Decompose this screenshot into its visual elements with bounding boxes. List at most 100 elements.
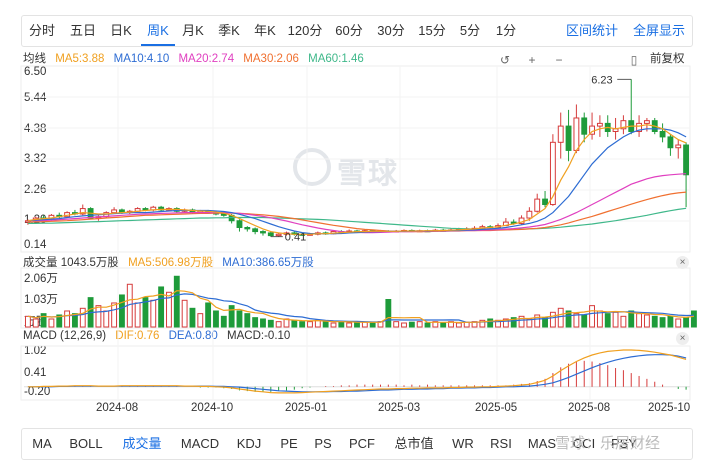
volume-bar <box>346 322 353 328</box>
volume-bar <box>197 313 204 328</box>
volume-bar <box>79 307 86 328</box>
volume-bar <box>440 322 447 328</box>
volume-bar <box>651 315 658 328</box>
volume-bar <box>330 322 337 328</box>
volume-bar <box>424 322 431 328</box>
volume-bar <box>589 305 595 328</box>
volume-bar <box>659 317 666 328</box>
candle-body <box>659 130 666 138</box>
candle-body <box>557 125 564 143</box>
kline-chart[interactable]: 6.23 0.41 <box>0 0 714 465</box>
volume-bar <box>181 299 188 328</box>
date-tick: 2025-05 <box>475 402 518 414</box>
volume-bar <box>683 317 690 328</box>
volume-bar <box>134 302 141 328</box>
date-tick: 2025-08 <box>568 402 611 414</box>
indicator-tab-6[interactable]: PS <box>310 429 336 459</box>
volume-bar <box>220 315 227 328</box>
candle-body <box>573 117 580 151</box>
volume-bar <box>455 322 462 328</box>
volume-bar <box>690 310 697 328</box>
volume-bar <box>111 302 118 328</box>
volume-bar <box>338 321 345 328</box>
candle-body <box>542 198 548 206</box>
volume-bar <box>385 299 392 328</box>
candle-body <box>683 144 690 176</box>
volume-bar <box>675 318 682 328</box>
candle-body <box>565 125 572 151</box>
volume-bar <box>24 315 31 328</box>
date-tick: 2024-08 <box>96 402 139 414</box>
indicator-tab-11[interactable]: MAS <box>525 429 559 459</box>
volume-bar <box>213 310 219 328</box>
volume-bar <box>322 321 329 328</box>
volume-bar <box>252 317 259 328</box>
candle-body <box>244 227 251 230</box>
indicator-tab-0[interactable]: MA <box>27 429 57 459</box>
volume-bar <box>275 321 282 328</box>
volume-bar <box>369 322 376 328</box>
volume-bar <box>636 313 642 328</box>
volume-bar <box>393 321 400 328</box>
volume-bar <box>173 275 180 328</box>
volume-bar <box>32 318 39 328</box>
volume-bar <box>40 313 47 328</box>
candle-body <box>667 136 674 149</box>
volume-bar <box>119 294 125 328</box>
volume-bar <box>314 319 321 328</box>
indicator-tab-1[interactable]: BOLL <box>65 429 107 459</box>
volume-bar <box>604 313 611 328</box>
candle-body <box>260 231 266 234</box>
volume-bar <box>557 307 564 328</box>
candle-body <box>534 198 541 212</box>
volume-bar <box>549 311 556 328</box>
volume-bar <box>361 321 368 328</box>
volume-bar <box>228 305 235 328</box>
corner-watermark: 雪球：乐居财经 <box>555 435 661 452</box>
date-tick: 2024-10 <box>191 402 234 414</box>
volume-bar <box>244 313 251 328</box>
volume-bar <box>581 314 588 328</box>
volume-bar <box>612 311 619 328</box>
volume-bar <box>64 310 71 328</box>
date-tick: 2025-03 <box>378 402 421 414</box>
indicator-tab-3[interactable]: MACD <box>175 429 225 459</box>
volume-bar <box>291 319 298 328</box>
date-tick: 2025-10 <box>648 402 691 414</box>
candle-body <box>111 209 118 214</box>
volume-bar <box>95 305 102 328</box>
indicator-tab-4[interactable]: KDJ <box>233 429 265 459</box>
indicator-tab-5[interactable]: PE <box>276 429 302 459</box>
candle-body <box>252 228 259 233</box>
volume-bar <box>236 310 243 328</box>
volume-bar <box>150 299 157 328</box>
volume-bar <box>487 318 494 328</box>
volume-bar <box>620 315 627 328</box>
volume-bar <box>643 314 650 328</box>
volume-bar <box>103 310 110 328</box>
indicator-tab-8[interactable]: 总市值 <box>389 429 439 459</box>
volume-bar <box>401 322 407 328</box>
candle-body <box>675 144 682 149</box>
volume-bar <box>267 319 274 328</box>
volume-bar <box>416 321 423 328</box>
indicator-tab-7[interactable]: PCF <box>345 429 379 459</box>
candle-body <box>142 208 149 211</box>
candle-body <box>267 232 274 237</box>
volume-bar <box>307 321 313 328</box>
low-annotation: 0.41 <box>285 232 306 244</box>
indicator-tab-9[interactable]: WR <box>449 429 477 459</box>
ma20-line <box>27 173 687 234</box>
indicator-tab-2[interactable]: 成交量 <box>117 429 167 459</box>
ma60-line <box>27 207 687 230</box>
volume-bar <box>299 321 306 328</box>
high-annotation: 6.23 <box>591 74 612 86</box>
candle-body <box>581 117 588 135</box>
date-tick: 2025-01 <box>285 402 328 414</box>
volume-bar <box>260 318 266 328</box>
volume-bar <box>667 315 674 328</box>
volume-bar <box>158 286 165 328</box>
volume-bar <box>189 307 196 328</box>
indicator-tab-10[interactable]: RSI <box>487 429 515 459</box>
candle-body <box>643 120 650 124</box>
